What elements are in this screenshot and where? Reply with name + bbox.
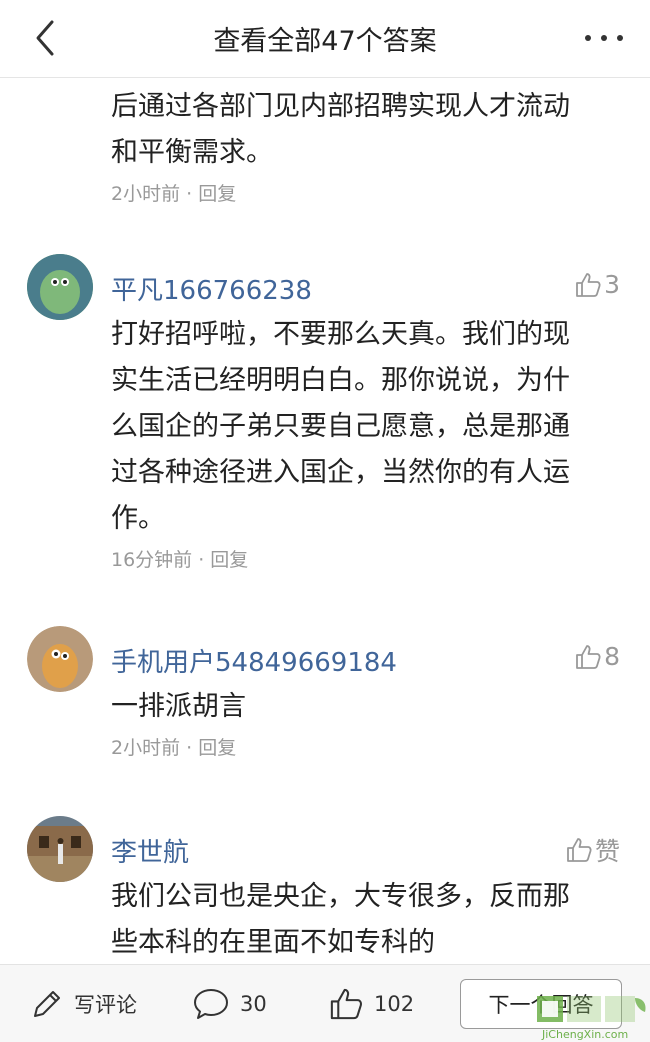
comment-meta[interactable]: 16分钟前 · 回复 <box>111 545 611 572</box>
comment-text-line: 我们公司也是央企，大专很多，反而那 <box>111 881 570 912</box>
comment-text-line: 些本科的在里面不如专科的 <box>111 927 435 958</box>
comment-text-line: 实生活已经明明白白。那你说说，为什 <box>111 365 570 396</box>
comment-text-line: 和平衡需求。 <box>111 137 273 168</box>
list-item: 后通过各部门见内部招聘实现人才流动 和平衡需求。 2小时前 · 回复 <box>111 84 621 206</box>
username[interactable]: 手机用户54849669184 <box>111 642 397 679</box>
like-label: 赞 <box>594 837 620 866</box>
avatar[interactable] <box>27 254 93 320</box>
thumbs-up-icon <box>576 644 601 669</box>
comment-count: 30 <box>240 992 267 1016</box>
thumbs-up-icon <box>576 272 601 297</box>
like-answer-button[interactable]: 102 <box>328 965 414 1042</box>
comment-text-line: 作。 <box>111 503 165 534</box>
write-comment-label: 写评论 <box>74 993 137 1017</box>
avatar-image <box>27 254 93 320</box>
thumbs-up-icon <box>567 838 592 862</box>
comment-text: 打好招呼啦，不要那么天真。我们的现 实生活已经明明白白。那你说说，为什 么国企的… <box>111 312 611 572</box>
pencil-icon <box>34 991 60 1017</box>
avatar-image <box>27 626 93 692</box>
comment-text: 我们公司也是央企，大专很多，反而那 些本科的在里面不如专科的 <box>111 874 611 964</box>
like-count: 3 <box>604 270 620 299</box>
comment-text-line: 么国企的子弟只要自己愿意，总是那通 <box>111 411 570 442</box>
avatar[interactable] <box>27 816 93 882</box>
comment-text: 一排派胡言 2小时前 · 回复 <box>111 684 611 760</box>
comment-bubble-icon <box>194 989 228 1019</box>
like-button[interactable]: 赞 <box>565 832 620 868</box>
comment-meta[interactable]: 2小时前 · 回复 <box>111 733 611 760</box>
avatar[interactable] <box>27 626 93 692</box>
comments-button[interactable]: 30 <box>192 965 267 1042</box>
comment-text-line: 打好招呼啦，不要那么天真。我们的现 <box>111 319 570 350</box>
thumbs-up-icon <box>330 988 362 1020</box>
username[interactable]: 李世航 <box>111 832 189 869</box>
like-count: 8 <box>604 642 620 671</box>
username[interactable]: 平凡166766238 <box>111 270 312 307</box>
avatar-image <box>27 816 93 882</box>
like-button[interactable]: 3 <box>574 270 620 299</box>
page-title: 查看全部47个答案 <box>213 26 437 57</box>
like-count: 102 <box>374 992 415 1016</box>
comment-text-line: 后通过各部门见内部招聘实现人才流动 <box>111 91 570 122</box>
answers-list[interactable]: 后通过各部门见内部招聘实现人才流动 和平衡需求。 2小时前 · 回复 平凡166… <box>0 78 650 964</box>
like-button[interactable]: 8 <box>574 642 620 671</box>
comment-text-line: 过各种途径进入国企，当然你的有人运 <box>111 457 570 488</box>
write-comment-button[interactable]: 写评论 <box>30 965 137 1042</box>
more-dots-icon[interactable] <box>582 18 626 58</box>
top-navigation-bar: 查看全部47个答案 <box>0 0 650 78</box>
watermark-text: JiChengXin.com <box>542 1028 629 1041</box>
comment-text-line: 一排派胡言 <box>111 691 246 722</box>
comment-meta[interactable]: 2小时前 · 回复 <box>111 179 621 206</box>
